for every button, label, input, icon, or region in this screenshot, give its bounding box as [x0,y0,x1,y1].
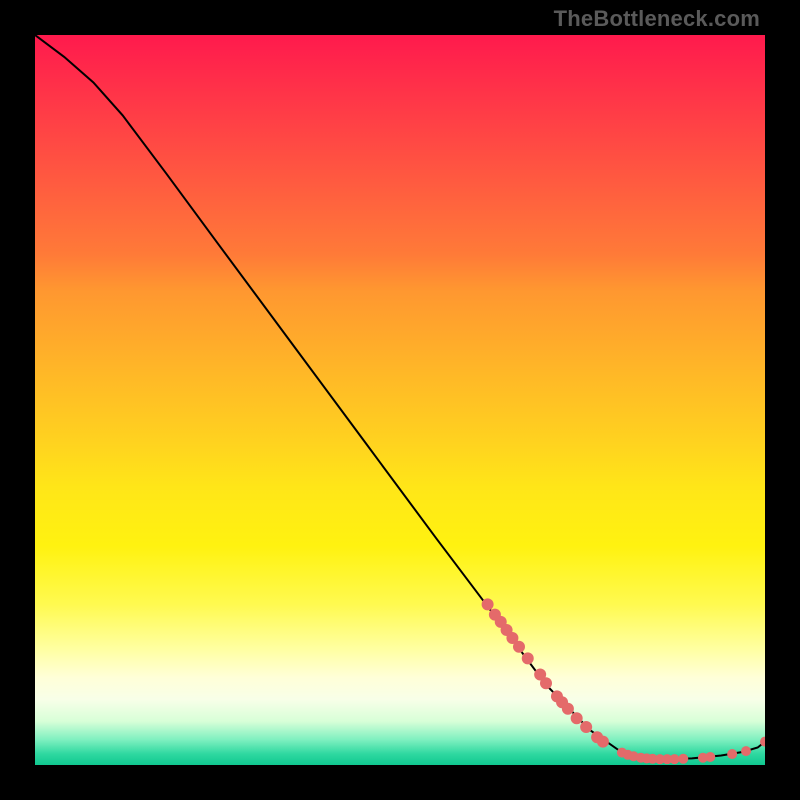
watermark-text: TheBottleneck.com [554,6,760,32]
data-marker [727,749,737,759]
gradient-plot-area [35,35,765,765]
data-marker [571,712,583,724]
chart-overlay [35,35,765,765]
data-marker [678,754,688,764]
data-markers-group [482,598,765,764]
data-marker [522,652,534,664]
data-marker [705,752,715,762]
bottleneck-curve [35,35,765,759]
chart-stage: TheBottleneck.com [0,0,800,800]
data-marker [580,721,592,733]
data-marker [513,641,525,653]
data-marker [540,677,552,689]
data-marker [741,746,751,756]
data-marker [597,736,609,748]
data-marker [669,754,679,764]
data-marker [562,703,574,715]
data-marker [482,598,494,610]
